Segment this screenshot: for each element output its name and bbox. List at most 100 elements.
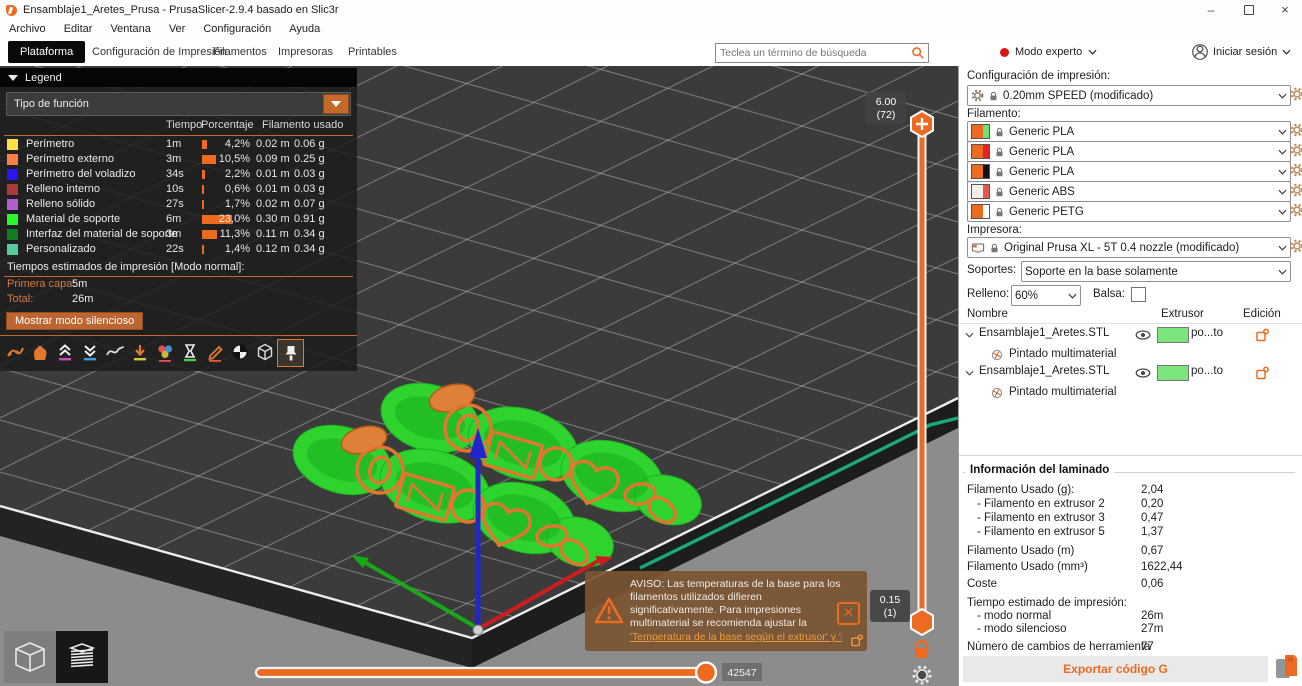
object-settings-icon[interactable] [1255,366,1269,380]
menu-configuracion[interactable]: Configuración [194,20,280,38]
color-print-hand-icon[interactable] [27,339,52,365]
chevron-down-icon [1278,169,1287,175]
warning-settings-link[interactable]: 'Temperatura de la base según el extruso… [630,631,842,644]
layer-bottom-number: (1) [884,607,897,619]
feature-color-swatch [7,169,18,180]
lock-icon [994,166,1005,178]
feature-color-swatch [7,184,18,195]
custom-gcode-icon[interactable] [202,339,227,365]
view-type-dropdown-button[interactable] [323,94,349,114]
extruder-tool-icon[interactable] [277,339,304,367]
copy-icon[interactable] [850,634,863,647]
chevron-down-icon [1088,49,1097,55]
minimize-button[interactable]: – [1196,0,1226,20]
tab-printables[interactable]: Printables [348,38,397,66]
feature-color-swatch [7,214,18,225]
filament-combo-4[interactable]: Generic ABS [967,181,1291,202]
legend-row: Relleno interno 10s 0,6% 0.01 m 0.03 g [0,182,357,197]
retractions-icon[interactable] [127,339,152,365]
legend-row: Perímetro 1m 4,2% 0.02 m 0.06 g [0,137,357,152]
search-input[interactable] [716,47,911,59]
lock-icon [988,90,999,102]
supports-combo[interactable]: Soporte en la base solamente [1021,261,1291,282]
search-box[interactable] [715,43,929,63]
printer-combo[interactable]: Original Prusa XL - 5T 0.4 nozzle (modif… [967,237,1291,258]
chevron-down-icon [1278,149,1287,155]
preview-view-button[interactable] [56,631,108,683]
edit-filament-gear-icon[interactable] [1290,203,1302,217]
edit-filament-gear-icon[interactable] [1290,143,1302,157]
view-type-dropdown[interactable]: Tipo de función [6,92,351,116]
viewport-3d[interactable]: 6.00 (72) 0.15 (1) 42547 Legend Tipo de … [0,66,958,686]
filament-combo-5[interactable]: Generic PETG [967,201,1291,222]
legend-column-headers: Tiempo Porcentaje Filamento usado [166,119,344,131]
menu-editar[interactable]: Editar [55,20,102,38]
export-sd-card-icon[interactable] [1275,652,1301,682]
mode-selector[interactable]: Modo experto [1000,38,1097,66]
filament-combo-2[interactable]: Generic PLA [967,141,1291,162]
login-control[interactable]: Iniciar sesión [1192,38,1291,66]
layers-icon [68,643,96,668]
seams-icon[interactable] [2,339,27,365]
legend-header[interactable]: Legend [0,68,357,87]
shells-icon[interactable] [252,339,277,365]
center-of-gravity-icon[interactable] [227,339,252,365]
infill-label: Relleno: [967,288,1010,300]
tab-impresoras[interactable]: Impresoras [278,38,333,66]
edit-filament-gear-icon[interactable] [1290,163,1302,177]
infill-combo[interactable]: 60% [1011,285,1081,306]
collapse-caret-icon[interactable] [8,74,18,81]
title-bar: Ensamblaje1_Aretes_Prusa - PrusaSlicer-2… [0,0,1302,21]
object-row[interactable]: Ensamblaje1_Aretes.STL po...to [959,325,1302,345]
tab-bar: Plataforma Configuración de Impresión Fi… [0,38,1302,67]
tab-filamentos[interactable]: Filamentos [213,38,267,66]
menu-ayuda[interactable]: Ayuda [280,20,329,38]
raft-checkbox[interactable] [1131,287,1146,302]
extruder-color-swatch[interactable] [1157,365,1189,381]
lock-icon [989,242,1000,254]
edit-filament-gear-icon[interactable] [1290,183,1302,197]
lock-icon [994,146,1005,158]
editor-view-button[interactable] [4,631,56,683]
infill-value: 60% [1015,289,1039,302]
object-name: Ensamblaje1_Aretes.STL [979,365,1110,377]
edit-printer-gear-icon[interactable] [1290,239,1302,253]
eye-visible-icon[interactable] [1135,368,1151,378]
eye-visible-icon[interactable] [1135,330,1151,340]
head-moves-down-icon[interactable] [77,339,102,365]
travel-moves-icon[interactable] [102,339,127,365]
object-subrow-mmpaint[interactable]: Pintado multimaterial [959,385,1302,401]
pause-prints-icon[interactable] [177,339,202,365]
toast-close-button[interactable]: ✕ [837,602,860,625]
chevron-down-icon [1278,245,1287,251]
extruder-color-swatch[interactable] [1157,327,1189,343]
edit-preset-gear-icon[interactable] [1290,87,1302,101]
edit-filament-gear-icon[interactable] [1290,123,1302,137]
maximize-button[interactable] [1234,0,1264,20]
expand-chevron-icon[interactable] [965,370,974,376]
tab-configuracion-impresion[interactable]: Configuración de Impresión [92,38,227,66]
info-row: Coste 0,06 [967,578,1164,590]
tab-plataforma[interactable]: Plataforma [8,41,86,63]
layer-slider-bottom-handle[interactable] [910,607,934,637]
menu-ventana[interactable]: Ventana [101,20,159,38]
color-changes-icon[interactable] [152,339,177,365]
head-moves-up-icon[interactable] [52,339,77,365]
object-settings-icon[interactable] [1255,328,1269,342]
filament-combo-3[interactable]: Generic PLA [967,161,1291,182]
move-slider-handle[interactable] [694,661,718,684]
close-button[interactable]: × [1270,0,1300,20]
info-row: - Filamento en extrusor 2 0,20 [977,498,1164,510]
object-row[interactable]: Ensamblaje1_Aretes.STL po...to [959,363,1302,383]
export-gcode-button[interactable]: Exportar código G [963,656,1268,682]
menu-ver[interactable]: Ver [160,20,195,38]
object-subrow-mmpaint[interactable]: Pintado multimaterial [959,347,1302,363]
print-settings-combo[interactable]: 0.20mm SPEED (modificado) [967,85,1291,106]
extruder-value: po...to [1191,327,1223,339]
menu-archivo[interactable]: Archivo [0,20,55,38]
show-silent-mode-button[interactable]: Mostrar modo silencioso [6,312,144,330]
printer-icon [971,243,985,254]
expand-chevron-icon[interactable] [965,332,974,338]
filament-combo-1[interactable]: Generic PLA [967,121,1291,142]
search-icon[interactable] [911,46,925,60]
